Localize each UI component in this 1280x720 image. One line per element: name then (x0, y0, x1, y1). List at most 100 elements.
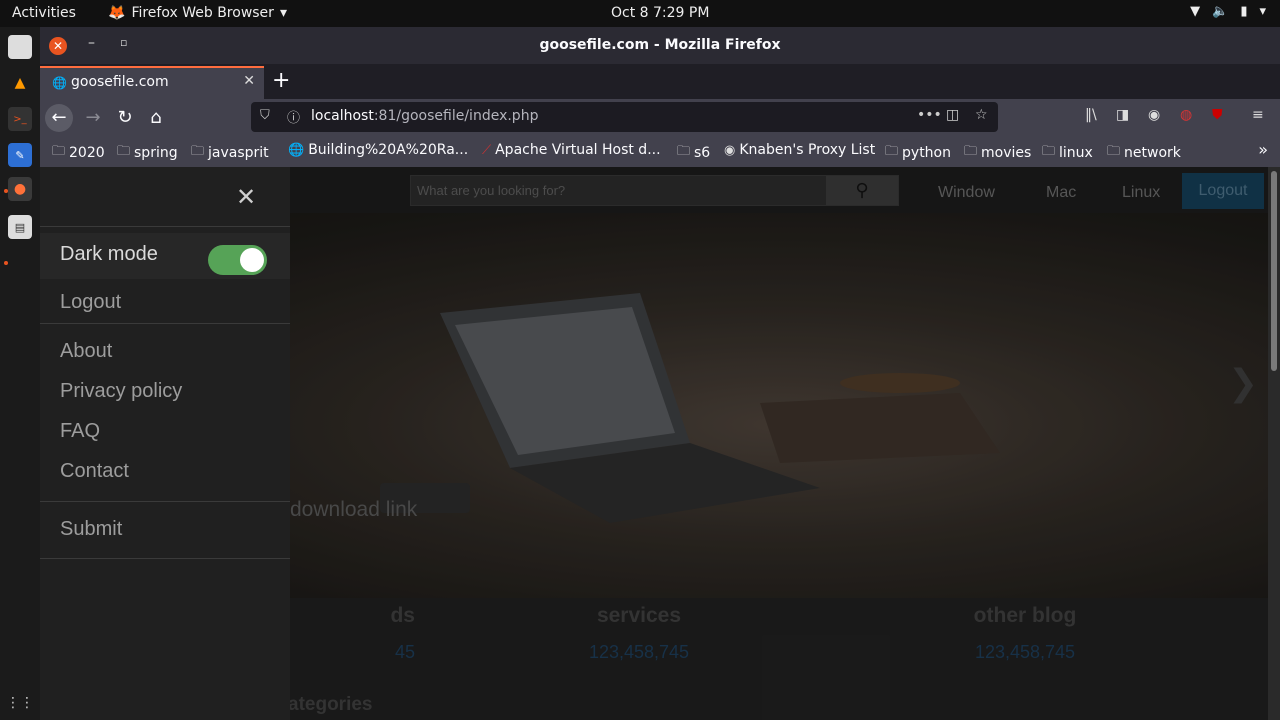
folder-icon: 🗀 (117, 144, 131, 159)
dark-mode-toggle[interactable] (208, 245, 267, 275)
folder-icon: 🗀 (964, 144, 978, 159)
extension-icon[interactable]: ◍ (1180, 107, 1192, 123)
drawer-logout-link[interactable]: Logout (60, 291, 121, 314)
feather-icon: ⟋ (482, 142, 492, 158)
divider (40, 323, 290, 324)
running-indicator (4, 189, 8, 193)
close-tab-icon[interactable]: ✕ (243, 73, 255, 89)
side-drawer: ✕ Dark mode Logout About Privacy policy … (40, 167, 290, 720)
bookmark-folder-python[interactable]: 🗀 python (885, 142, 951, 164)
bookmark-label: Apache Virtual Host d... (495, 142, 661, 158)
document-viewer-icon[interactable]: ▤ (8, 215, 32, 239)
folder-icon: 🗀 (885, 144, 899, 159)
back-button[interactable]: ← (45, 104, 73, 132)
library-icon[interactable]: ‖\ (1085, 107, 1097, 123)
chevron-double-right-icon[interactable]: » (1258, 140, 1268, 159)
show-apps-icon[interactable]: ⋮⋮ (6, 691, 34, 715)
page-scrollbar[interactable] (1268, 167, 1280, 720)
bookmark-folder-javasprit[interactable]: 🗀 javasprit (191, 142, 269, 164)
firefox-dock-icon[interactable]: ● (8, 177, 32, 201)
drawer-about-link[interactable]: About (60, 340, 112, 363)
dark-mode-row: Dark mode (40, 233, 290, 279)
bookmark-folder-2020[interactable]: 🗀 2020 (52, 142, 105, 164)
url-bar[interactable]: ⛉ ⓘ localhost:81/goosefile/index.php •••… (251, 102, 998, 132)
bookmark-label: spring (134, 145, 178, 161)
vlc-icon[interactable]: ▲ (8, 71, 32, 95)
bookmarks-toolbar: 🗀 2020 🗀 spring 🗀 javasprit 🌐 Building%20A%2… (40, 136, 1280, 167)
bookmark-folder-movies[interactable]: 🗀 movies (964, 142, 1031, 164)
scrollbar-thumb[interactable] (1271, 171, 1277, 371)
window-titlebar: ✕ – ▫ goosefile.com - Mozilla Firefox (40, 27, 1280, 64)
bookmark-label: Building%20A%20Ra... (308, 142, 469, 158)
drawer-contact-link[interactable]: Contact (60, 460, 129, 483)
divider (40, 558, 290, 559)
navigation-toolbar: ← → ↻ ⌂ ⛉ ⓘ localhost:81/goosefile/index… (40, 99, 1280, 136)
terminal-icon[interactable]: >_ (8, 107, 32, 131)
folder-icon: 🗀 (677, 144, 691, 159)
firefox-icon: 🦊 (108, 5, 126, 21)
reload-button[interactable]: ↻ (111, 104, 139, 132)
pocket-icon[interactable]: ◫ (946, 107, 959, 123)
wifi-icon: ▼ (1190, 4, 1201, 19)
tab-goosefile[interactable]: 🌐 goosefile.com ✕ (40, 66, 264, 99)
app-menu[interactable]: 🦊 Firefox Web Browser ▾ (108, 5, 287, 21)
tracking-protection-icon[interactable]: ⛉ (260, 108, 270, 123)
bookmark-label: network (1124, 145, 1181, 161)
battery-icon: ▮ (1240, 4, 1248, 19)
bookmark-folder-network[interactable]: 🗀 network (1107, 142, 1181, 164)
home-button[interactable]: ⌂ (142, 104, 170, 132)
chevron-down-icon: ▾ (1259, 4, 1266, 19)
toggle-knob (240, 248, 264, 272)
ublock-icon[interactable]: ⛊ (1212, 107, 1223, 123)
tab-strip: 🌐 goosefile.com ✕ + (40, 64, 1280, 99)
dock: ▲ >_ ✎ ● ▤ ⋮⋮ (0, 27, 40, 720)
bookmark-label: Knaben's Proxy List (739, 142, 876, 158)
bookmark-label: javasprit (208, 145, 269, 161)
url-host: localhost (311, 108, 374, 124)
bookmark-label: linux (1059, 145, 1093, 161)
system-top-bar: Activities 🦊 Firefox Web Browser ▾ Oct 8… (0, 0, 1280, 27)
system-tray[interactable]: ▼ 🔈 ▮ ▾ (1190, 4, 1266, 19)
url-text[interactable]: localhost:81/goosefile/index.php (311, 108, 538, 124)
running-indicator (4, 261, 8, 265)
divider (40, 501, 290, 502)
files-icon[interactable] (8, 35, 32, 59)
activities-button[interactable]: Activities (12, 5, 76, 21)
site-info-icon[interactable]: ⓘ (287, 107, 300, 126)
account-icon[interactable]: ◉ (1148, 107, 1160, 123)
text-editor-icon[interactable]: ✎ (8, 143, 32, 167)
folder-icon: 🗀 (1042, 144, 1056, 159)
page-actions-icon[interactable]: ••• (917, 107, 942, 123)
knaben-icon: ◉ (724, 142, 736, 158)
sidebar-icon[interactable]: ◨ (1116, 107, 1129, 123)
bookmark-knaben[interactable]: ◉ Knaben's Proxy List (724, 142, 875, 158)
drawer-privacy-link[interactable]: Privacy policy (60, 380, 182, 403)
bookmark-star-icon[interactable]: ☆ (975, 107, 988, 123)
menu-icon[interactable]: ≡ (1252, 107, 1264, 123)
window-title: goosefile.com - Mozilla Firefox (539, 37, 781, 53)
drawer-faq-link[interactable]: FAQ (60, 420, 100, 443)
bookmark-label: movies (981, 145, 1032, 161)
bookmark-folder-linux[interactable]: 🗀 linux (1042, 142, 1093, 164)
new-tab-button[interactable]: + (272, 68, 290, 93)
favicon-icon: 🌐 (52, 76, 67, 90)
close-icon[interactable]: ✕ (236, 183, 256, 212)
bookmark-apache[interactable]: ⟋ Apache Virtual Host d... (482, 142, 661, 158)
forward-button[interactable]: → (79, 104, 107, 132)
bookmark-label: python (902, 145, 951, 161)
bookmark-label: s6 (694, 145, 711, 161)
folder-icon: 🗀 (191, 144, 205, 159)
app-menu-label: Firefox Web Browser (131, 5, 274, 21)
drawer-submit-link[interactable]: Submit (60, 518, 122, 541)
dark-mode-label: Dark mode (60, 243, 158, 265)
chevron-down-icon: ▾ (279, 5, 287, 21)
url-path: :81/goosefile/index.php (373, 108, 539, 124)
volume-icon: 🔈 (1212, 4, 1229, 19)
bookmark-label: 2020 (69, 145, 105, 161)
clock[interactable]: Oct 8 7:29 PM (611, 5, 709, 21)
folder-icon: 🗀 (52, 144, 66, 159)
globe-icon: 🌐 (288, 142, 305, 158)
bookmark-folder-spring[interactable]: 🗀 spring (117, 142, 178, 164)
bookmark-building[interactable]: 🌐 Building%20A%20Ra... (288, 142, 468, 158)
bookmark-folder-s6[interactable]: 🗀 s6 (677, 142, 710, 164)
